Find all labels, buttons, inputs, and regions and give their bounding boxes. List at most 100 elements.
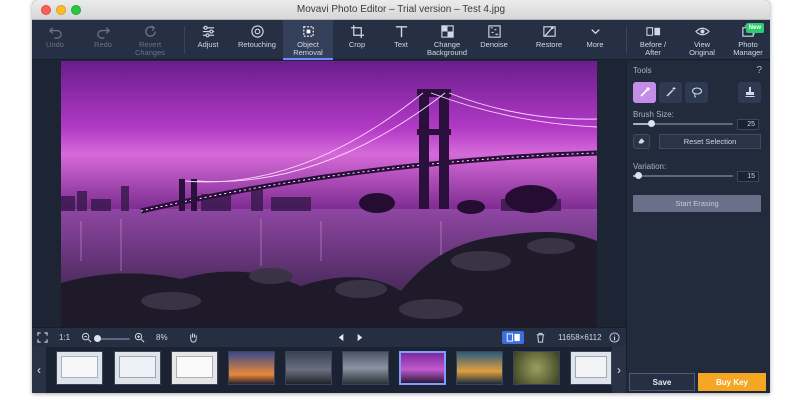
zoom-in-button[interactable]	[134, 332, 145, 345]
filmstrip-left-arrow[interactable]: ‹	[32, 347, 46, 393]
reset-selection-button[interactable]: Reset Selection	[659, 134, 761, 149]
new-badge: New	[745, 23, 764, 33]
thumbnail-selected[interactable]	[399, 351, 446, 385]
object-removal-button[interactable]: Object Removal	[283, 20, 333, 60]
tool-settings-panel: Tools ? Brush Size: 25 Reset Selection V…	[626, 61, 770, 373]
buy-key-button[interactable]: Buy Key	[698, 373, 766, 391]
zoom-out-button[interactable]	[81, 332, 92, 345]
status-bar: 1:1 8% 11658×6112	[32, 327, 626, 347]
object-removal-icon	[299, 23, 317, 39]
lasso-icon	[691, 86, 703, 100]
previous-image-button[interactable]	[336, 332, 347, 345]
change-background-button[interactable]: Change Background	[422, 20, 472, 60]
redo-icon	[94, 23, 112, 39]
sliders-icon	[199, 23, 217, 39]
revert-icon	[141, 23, 159, 39]
actual-size-button[interactable]: 1:1	[59, 333, 70, 342]
photo-manager-label-line2: Manager	[733, 48, 763, 57]
change-background-label-line2: Background	[426, 48, 468, 57]
before-after-label-line2: After	[645, 48, 661, 57]
chevron-right-icon: ›	[617, 363, 621, 377]
variation-slider-knob[interactable]	[634, 172, 642, 179]
brush-size-slider-knob[interactable]	[647, 120, 655, 127]
stamp-icon	[744, 86, 756, 100]
more-button[interactable]: More	[580, 20, 610, 60]
revert-label-line2: Changes	[134, 48, 166, 57]
toolbar-separator	[626, 26, 627, 54]
edited-photo[interactable]	[61, 61, 597, 327]
pan-hand-button[interactable]	[188, 332, 199, 345]
more-label: More	[586, 40, 604, 49]
image-info-button[interactable]	[609, 332, 620, 345]
filmstrip: ‹ ›	[32, 347, 626, 393]
zoom-out-icon	[81, 332, 92, 345]
denoise-button[interactable]: Denoise	[476, 20, 512, 60]
stamp-tool-button[interactable]	[738, 82, 761, 103]
retouching-icon	[248, 23, 266, 39]
undo-label: Undo	[46, 40, 64, 49]
arrow-left-icon	[336, 332, 347, 345]
retouching-label: Retouching	[238, 40, 276, 49]
restore-icon	[540, 23, 558, 39]
thumbnail[interactable]	[114, 351, 161, 385]
restore-button[interactable]: Restore	[528, 20, 570, 60]
canvas-area[interactable]	[32, 61, 626, 327]
revert-changes-button[interactable]: Revert Changes	[128, 20, 172, 60]
thumbnail[interactable]	[171, 351, 218, 385]
thumbnail[interactable]	[513, 351, 560, 385]
text-label: Text	[394, 40, 408, 49]
fit-screen-button[interactable]	[37, 332, 48, 345]
next-image-button[interactable]	[354, 332, 365, 345]
before-after-button[interactable]: Before / After	[634, 20, 672, 60]
redo-label: Redo	[94, 40, 112, 49]
before-after-icon	[644, 23, 662, 39]
zoom-in-icon	[134, 332, 145, 345]
text-icon	[392, 23, 410, 39]
image-dimensions: 11658×6112	[558, 333, 602, 342]
thumbnail[interactable]	[570, 351, 612, 385]
variation-value[interactable]: 15	[737, 171, 759, 182]
zoom-slider-knob[interactable]	[94, 335, 102, 342]
thumbnail[interactable]	[56, 351, 103, 385]
compare-icon	[502, 331, 524, 344]
undo-button[interactable]: Undo	[38, 20, 72, 60]
crop-button[interactable]: Crop	[340, 20, 374, 60]
thumbnail[interactable]	[342, 351, 389, 385]
save-button[interactable]: Save	[629, 373, 695, 391]
photo-manager-button[interactable]: Photo Manager New	[728, 20, 768, 60]
thumbnail[interactable]	[456, 351, 503, 385]
crop-label: Crop	[348, 40, 366, 49]
undo-icon	[46, 23, 64, 39]
adjust-label: Adjust	[197, 40, 219, 49]
restore-label: Restore	[535, 40, 563, 49]
magic-wand-tool-button[interactable]	[659, 82, 682, 103]
object-removal-label-line2: Removal	[293, 48, 323, 57]
thumbnail[interactable]	[228, 351, 275, 385]
redo-button[interactable]: Redo	[86, 20, 120, 60]
eye-icon	[693, 23, 711, 39]
variation-label: Variation:	[633, 162, 667, 171]
view-original-button[interactable]: View Original	[682, 20, 722, 60]
adjust-button[interactable]: Adjust	[190, 20, 226, 60]
compare-view-button[interactable]	[502, 331, 524, 344]
denoise-icon	[485, 23, 503, 39]
info-icon	[609, 332, 620, 345]
change-background-icon	[438, 23, 456, 39]
help-icon[interactable]: ?	[756, 65, 762, 76]
start-erasing-button[interactable]: Start Erasing	[633, 195, 761, 212]
lasso-tool-button[interactable]	[685, 82, 708, 103]
delete-button[interactable]	[535, 332, 546, 345]
eraser-mode-button[interactable]	[633, 134, 650, 149]
fit-screen-icon	[37, 332, 48, 345]
brush-size-value[interactable]: 25	[737, 119, 759, 130]
brush-tool-button[interactable]	[633, 82, 656, 103]
eraser-icon	[637, 136, 646, 147]
retouching-button[interactable]: Retouching	[234, 20, 280, 60]
text-button[interactable]: Text	[384, 20, 418, 60]
crop-icon	[348, 23, 366, 39]
tools-label: Tools	[633, 66, 652, 75]
app-window: Movavi Photo Editor – Trial version – Te…	[32, 0, 770, 393]
filmstrip-right-arrow[interactable]: ›	[612, 347, 626, 393]
window-title: Movavi Photo Editor – Trial version – Te…	[296, 4, 506, 15]
thumbnail[interactable]	[285, 351, 332, 385]
